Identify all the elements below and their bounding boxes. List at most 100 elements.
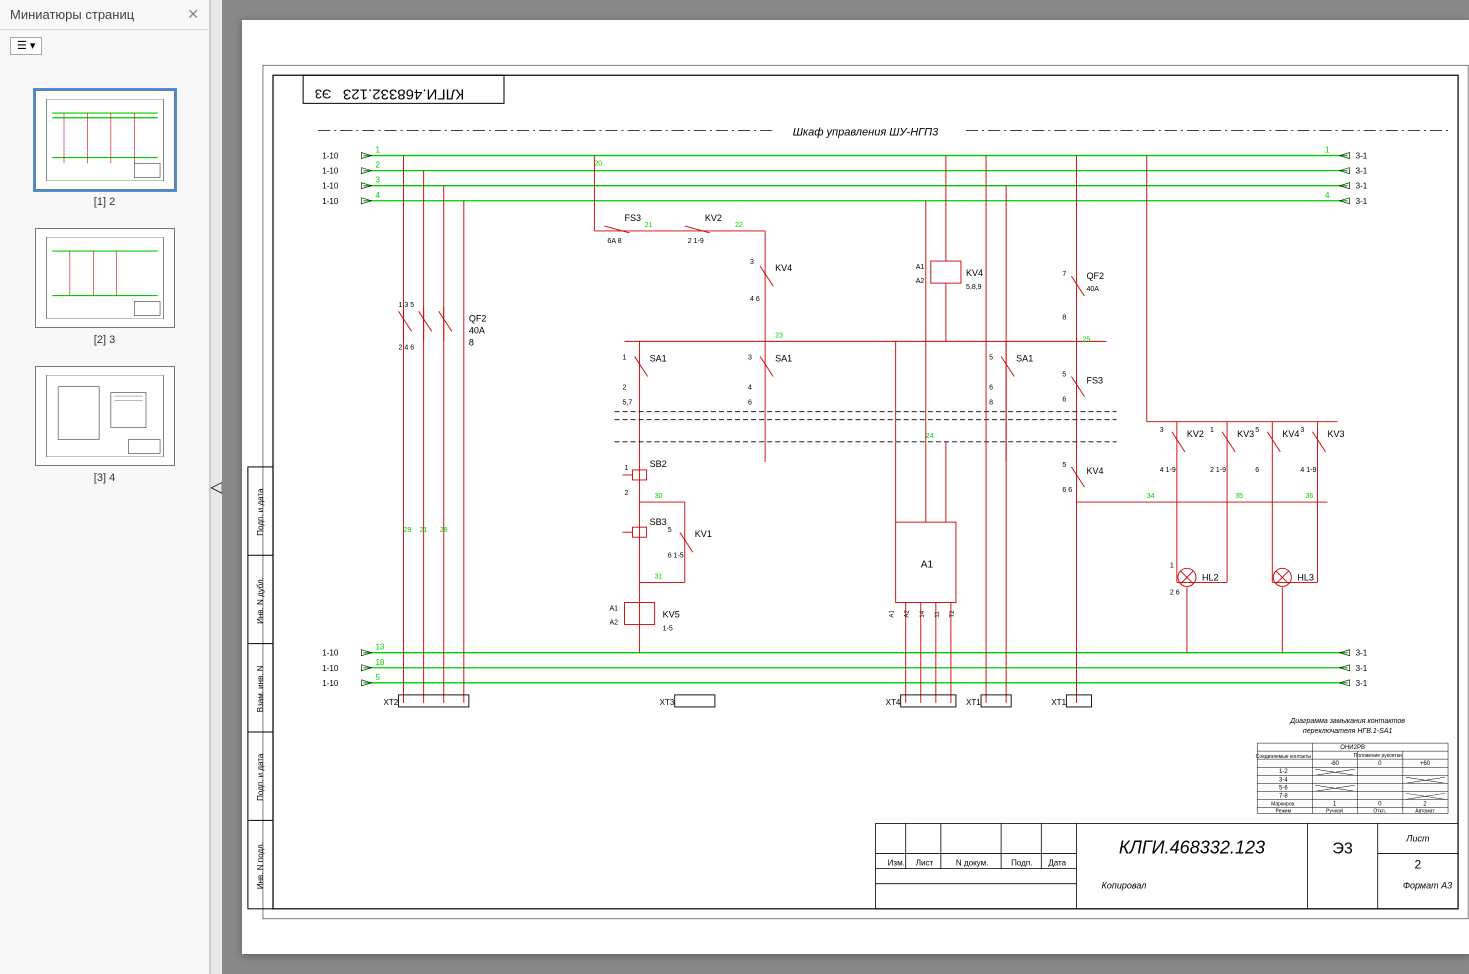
svg-text:3-1: 3-1 [1356, 197, 1368, 206]
svg-text:A2: A2 [905, 610, 911, 618]
svg-text:2: 2 [1415, 858, 1422, 872]
svg-text:N докум.: N докум. [956, 859, 988, 868]
svg-text:21: 21 [420, 527, 428, 534]
svg-text:3-1: 3-1 [1356, 167, 1368, 176]
svg-text:переключателя НГВ.1-SA1: переключателя НГВ.1-SA1 [1303, 728, 1393, 735]
svg-text:KV4: KV4 [966, 268, 983, 278]
svg-text:1-2: 1-2 [1279, 769, 1288, 775]
svg-text:Диаграмма замыкания контактов: Диаграмма замыкания контактов [1289, 718, 1405, 725]
sidebar-collapse-button[interactable]: ◁ [210, 0, 222, 974]
svg-text:Режим: Режим [1276, 808, 1292, 814]
frame-title: Шкаф управления ШУ-НГП3 [793, 126, 939, 138]
svg-text:20: 20 [594, 161, 602, 168]
thumbnail-2-label: [2] 3 [10, 334, 199, 346]
svg-text:5,7: 5,7 [623, 400, 633, 407]
thumbnails-list: [1] 2 [2] 3 [3] 4 [0, 60, 209, 524]
svg-text:5-6: 5-6 [1279, 785, 1288, 791]
svg-text:36: 36 [1305, 493, 1313, 500]
svg-text:T2: T2 [950, 610, 956, 618]
svg-text:XT1: XT1 [1051, 698, 1066, 707]
main-canvas[interactable]: КЛГИ.468332.123 Э3 Шкаф управления ШУ-НГ… [222, 0, 1469, 974]
svg-text:8: 8 [469, 337, 474, 347]
svg-text:Копировал: Копировал [1102, 881, 1147, 891]
svg-text:1: 1 [1170, 562, 1174, 569]
thumbnail-3[interactable] [35, 366, 175, 466]
svg-text:2 6: 2 6 [1170, 589, 1180, 596]
svg-text:SA1: SA1 [1016, 353, 1033, 363]
svg-text:35: 35 [1235, 493, 1243, 500]
svg-text:22: 22 [735, 222, 743, 229]
svg-text:A1: A1 [921, 559, 934, 570]
svg-text:3-1: 3-1 [1356, 664, 1368, 673]
svg-text:3: 3 [748, 354, 752, 361]
chevron-left-icon: ◁ [210, 477, 222, 497]
svg-text:SB2: SB2 [650, 459, 667, 469]
svg-text:A1: A1 [890, 610, 896, 618]
sidebar-tools: ☰ ▾ [0, 30, 209, 60]
svg-text:Маркиров.: Маркиров. [1271, 801, 1295, 807]
svg-text:1-10: 1-10 [322, 152, 339, 161]
svg-text:KV3: KV3 [1237, 429, 1254, 439]
svg-text:1-10: 1-10 [322, 182, 339, 191]
svg-text:34: 34 [1147, 493, 1155, 500]
svg-text:29: 29 [404, 527, 412, 534]
close-icon[interactable]: ✕ [187, 6, 199, 23]
svg-text:5: 5 [1255, 427, 1259, 434]
svg-text:FS3: FS3 [1086, 376, 1103, 386]
svg-text:Дата: Дата [1048, 859, 1066, 868]
svg-text:40А: 40А [469, 325, 485, 335]
svg-text:8: 8 [989, 400, 993, 407]
svg-text:6: 6 [1255, 467, 1259, 474]
svg-text:HL2: HL2 [1202, 572, 1219, 582]
svg-text:6 1-5: 6 1-5 [668, 552, 684, 559]
svg-text:2 4 6: 2 4 6 [399, 344, 415, 351]
svg-text:2: 2 [375, 161, 380, 170]
drawing-paper: КЛГИ.468332.123 Э3 Шкаф управления ШУ-НГ… [242, 20, 1469, 954]
svg-text:3: 3 [1160, 427, 1164, 434]
svg-text:A2: A2 [609, 620, 618, 627]
svg-text:1 3 5: 1 3 5 [399, 302, 415, 309]
svg-text:2: 2 [623, 385, 627, 392]
svg-text:XT3: XT3 [660, 698, 675, 707]
svg-text:0: 0 [1378, 761, 1382, 767]
svg-text:Подп.: Подп. [1011, 859, 1032, 868]
svg-text:1: 1 [1210, 427, 1214, 434]
svg-text:24: 24 [926, 433, 934, 440]
svg-text:КЛГИ.468332.123: КЛГИ.468332.123 [1119, 838, 1265, 858]
svg-text:1-10: 1-10 [322, 197, 339, 206]
svg-text:ОНИ2РВ: ОНИ2РВ [1340, 745, 1365, 751]
svg-text:1: 1 [625, 465, 629, 472]
svg-text:3: 3 [750, 259, 754, 266]
svg-text:5: 5 [668, 527, 672, 534]
svg-text:1: 1 [1325, 146, 1330, 155]
svg-text:3: 3 [375, 176, 380, 185]
svg-text:5: 5 [989, 354, 993, 361]
svg-text:3-1: 3-1 [1356, 182, 1368, 191]
view-options-button[interactable]: ☰ ▾ [10, 37, 42, 55]
svg-text:1-10: 1-10 [322, 649, 339, 658]
svg-text:XT4: XT4 [886, 698, 901, 707]
svg-text:1: 1 [375, 146, 380, 155]
svg-text:Подп. и дата: Подп. и дата [256, 488, 265, 536]
svg-text:2: 2 [1423, 801, 1427, 807]
svg-text:2 1-9: 2 1-9 [1210, 467, 1226, 474]
svg-text:23: 23 [775, 332, 783, 339]
svg-text:4: 4 [1325, 191, 1330, 200]
thumbnail-2[interactable] [35, 228, 175, 328]
svg-text:-60: -60 [1330, 761, 1339, 767]
svg-text:4 6: 4 6 [750, 296, 760, 303]
svg-text:8: 8 [1062, 314, 1066, 321]
svg-text:7-8: 7-8 [1279, 793, 1288, 799]
svg-text:Э3: Э3 [1332, 840, 1353, 858]
thumbnail-1[interactable] [35, 90, 175, 190]
thumbnail-1-label: [1] 2 [10, 196, 199, 208]
svg-text:28: 28 [440, 527, 448, 534]
svg-text:+60: +60 [1420, 761, 1431, 767]
svg-text:0: 0 [1378, 801, 1382, 807]
svg-text:4 1-9: 4 1-9 [1160, 467, 1176, 474]
svg-text:QF2: QF2 [1086, 271, 1104, 281]
svg-text:A1: A1 [916, 264, 925, 271]
svg-text:6: 6 [989, 385, 993, 392]
svg-text:KV4: KV4 [1086, 466, 1103, 476]
doc-rev-top: Э3 [315, 86, 332, 101]
